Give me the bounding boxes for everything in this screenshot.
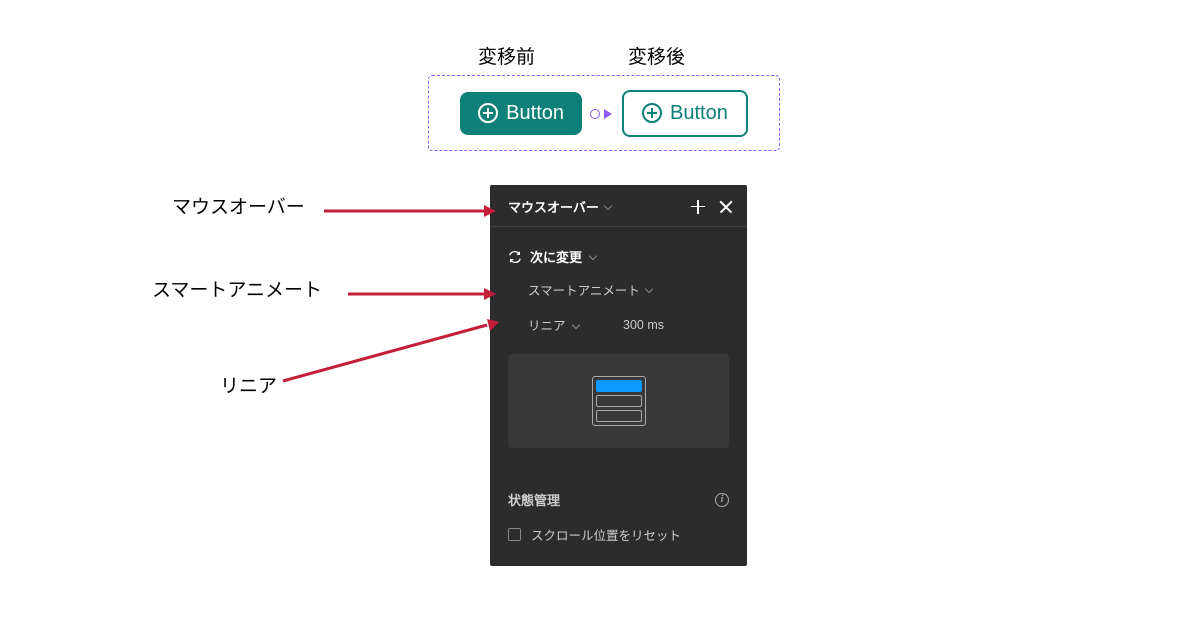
label-before: 変移前 [478, 42, 535, 69]
annotation-label-3: リニア [220, 371, 277, 398]
panel-body: 次に変更 スマートアニメート リニア 300 ms [490, 227, 747, 478]
reset-scroll-checkbox[interactable]: スクロール位置をリセット [508, 517, 729, 552]
button-text: Button [506, 102, 564, 125]
annotation-label-2: スマートアニメート [152, 275, 322, 302]
checkbox-icon [508, 528, 521, 541]
close-panel-button[interactable] [719, 200, 733, 214]
info-icon[interactable]: i [715, 493, 729, 507]
preview-row-active [596, 380, 642, 392]
interaction-panel: マウスオーバー 次に変更 スマートアニメート リニ [490, 185, 747, 566]
button-variant-before[interactable]: Button [460, 92, 582, 135]
label-after: 変移後 [628, 42, 685, 69]
reset-scroll-label: スクロール位置をリセット [531, 525, 681, 544]
button-text: Button [670, 102, 728, 125]
chevron-down-icon [604, 201, 612, 209]
plus-circle-icon [642, 103, 662, 123]
preview-row [596, 395, 642, 407]
prototype-connector [594, 112, 610, 114]
chevron-down-icon [645, 284, 653, 292]
panel-header: マウスオーバー [490, 185, 747, 227]
arrow-3 [283, 320, 499, 391]
change-to-icon [508, 250, 522, 264]
annotation-label-1: マウスオーバー [172, 192, 305, 219]
preview-row [596, 410, 642, 422]
variant-frame: Button Button [428, 75, 780, 151]
chevron-down-icon [589, 251, 597, 259]
animation-dropdown[interactable]: スマートアニメート [508, 272, 729, 307]
easing-dropdown[interactable]: リニア [528, 315, 579, 334]
arrow-1 [324, 201, 496, 219]
action-dropdown[interactable]: 次に変更 [508, 241, 729, 272]
plus-circle-icon [478, 103, 498, 123]
trigger-label: マウスオーバー [508, 197, 599, 216]
chevron-down-icon [572, 321, 580, 329]
action-label: 次に変更 [530, 247, 582, 266]
easing-label: リニア [528, 319, 566, 333]
trigger-dropdown[interactable]: マウスオーバー [508, 197, 611, 216]
frame-labels: 変移前 変移後 [428, 42, 780, 69]
button-variant-after[interactable]: Button [622, 90, 748, 137]
state-header: 状態管理 i [508, 482, 729, 517]
animation-label: スマートアニメート [528, 280, 640, 299]
state-title: 状態管理 [508, 490, 560, 509]
animation-preview [508, 354, 729, 448]
add-interaction-button[interactable] [691, 200, 705, 214]
preview-frame [592, 376, 646, 426]
easing-row: リニア 300 ms [508, 307, 729, 342]
arrow-2 [348, 284, 496, 302]
duration-input[interactable]: 300 ms [623, 318, 664, 332]
state-section: 状態管理 i スクロール位置をリセット [490, 478, 747, 566]
